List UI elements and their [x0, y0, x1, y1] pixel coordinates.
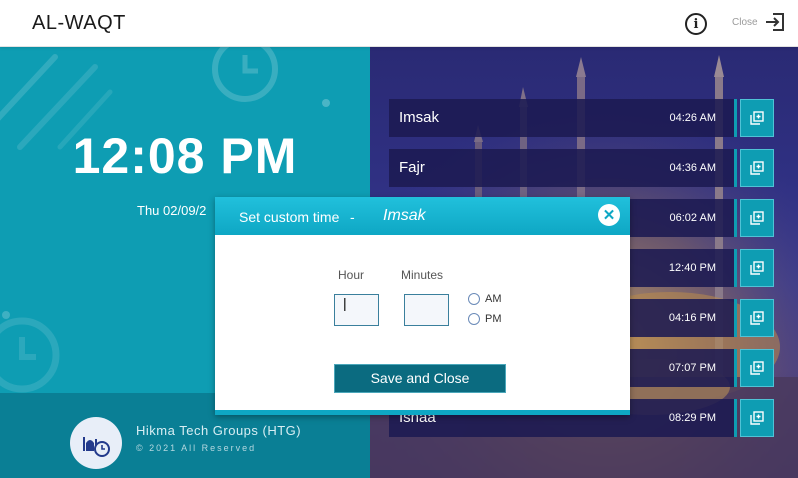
app-title: AL-WAQT: [32, 12, 126, 34]
edit-time-icon: [750, 161, 764, 175]
prayer-time: 07:07 PM: [668, 362, 716, 374]
dialog-prayer-name: Imsak: [383, 207, 426, 224]
am-radio[interactable]: AM: [468, 293, 502, 305]
copyright-text: © 2021 All Reserved: [136, 443, 257, 453]
edit-time-button[interactable]: [740, 349, 774, 387]
dialog-bottom-bar: [215, 410, 630, 415]
edit-time-button[interactable]: [740, 299, 774, 337]
am-label: AM: [485, 293, 502, 305]
minutes-label: Minutes: [401, 268, 444, 282]
edit-time-icon: [750, 361, 764, 375]
prayer-time: 04:26 AM: [669, 112, 716, 124]
prayer-row-imsak: Imsak 04:26 AM: [389, 99, 737, 137]
radio-circle[interactable]: [468, 313, 480, 325]
prayer-name: Fajr: [399, 159, 425, 176]
minutes-input[interactable]: [404, 294, 449, 326]
info-icon[interactable]: i: [685, 13, 707, 35]
company-name: Hikma Tech Groups (HTG): [136, 423, 302, 438]
current-date: Thu 02/09/2: [137, 203, 207, 218]
edit-time-button[interactable]: [740, 249, 774, 287]
edit-time-button[interactable]: [740, 199, 774, 237]
mosque-clock-logo: [70, 417, 122, 469]
pm-label: PM: [485, 313, 502, 325]
edit-time-icon: [750, 211, 764, 225]
close-app-button[interactable]: Close: [732, 11, 786, 33]
edit-time-button[interactable]: [740, 149, 774, 187]
prayer-time: 04:16 PM: [668, 312, 716, 324]
close-dialog-icon[interactable]: ✕: [598, 204, 620, 226]
edit-time-button[interactable]: [740, 399, 774, 437]
exit-icon: [765, 13, 784, 31]
prayer-time: 06:02 AM: [669, 212, 716, 224]
prayer-row-fajr: Fajr 04:36 AM: [389, 149, 737, 187]
prayer-time: 12:40 PM: [668, 262, 716, 274]
hour-input[interactable]: |: [334, 294, 379, 326]
save-and-close-button[interactable]: Save and Close: [334, 364, 506, 393]
prayer-time: 08:29 PM: [668, 412, 716, 424]
dialog-title-separator: -: [350, 209, 355, 225]
app-header: AL-WAQT i Close: [0, 0, 798, 47]
custom-time-dialog: Set custom time - Imsak ✕ Hour Minutes |…: [215, 197, 630, 415]
current-time: 12:08 PM: [72, 128, 298, 184]
edit-time-button[interactable]: [740, 99, 774, 137]
app-window: AL-WAQT i Close 12:08 PM Thu 02/09/2 Hik…: [0, 0, 798, 478]
close-app-label: Close: [732, 16, 758, 28]
pm-radio[interactable]: PM: [468, 313, 502, 325]
prayer-time: 04:36 AM: [669, 162, 716, 174]
edit-time-icon: [750, 261, 764, 275]
edit-time-icon: [750, 111, 764, 125]
radio-circle[interactable]: [468, 293, 480, 305]
hour-label: Hour: [338, 268, 365, 282]
edit-time-icon: [750, 411, 764, 425]
dialog-header: Set custom time - Imsak ✕: [215, 197, 630, 235]
prayer-name: Imsak: [399, 109, 440, 126]
dialog-title: Set custom time: [239, 209, 340, 225]
edit-time-icon: [750, 311, 764, 325]
mosque-icon: [83, 437, 110, 457]
